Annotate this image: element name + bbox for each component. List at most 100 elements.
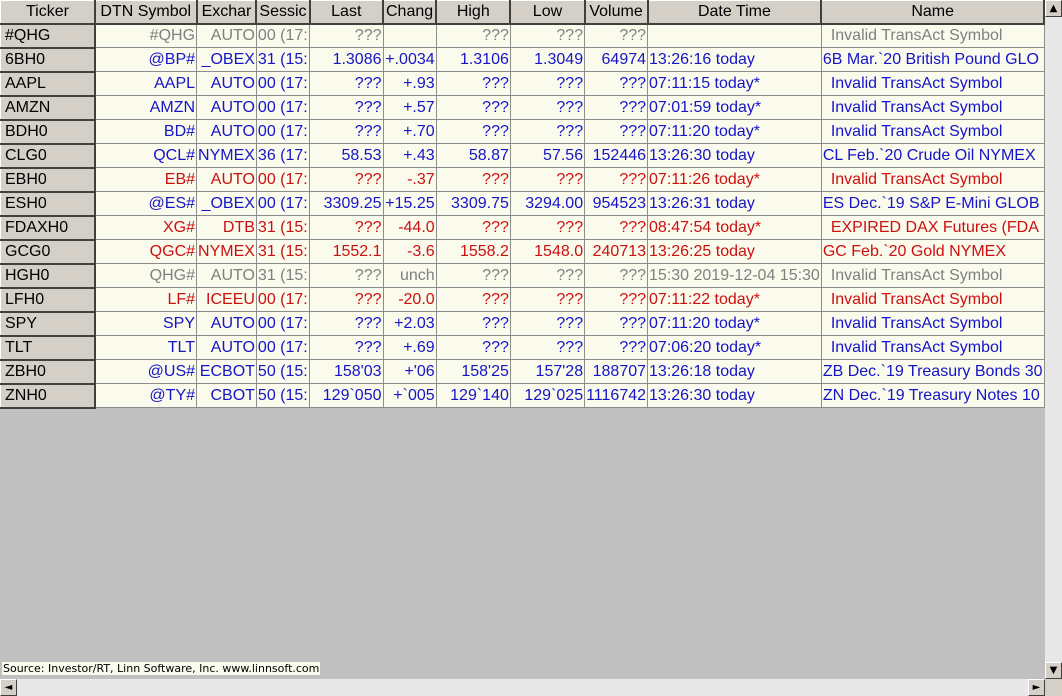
column-header-dtn-symbol[interactable]: DTN Symbol [94, 0, 198, 25]
cell-volume: ??? [584, 263, 649, 288]
cell-ticker[interactable]: CLG0 [0, 143, 96, 169]
cell-session: 00 (17: [256, 71, 311, 96]
column-header-last[interactable]: Last [309, 0, 385, 25]
cell-ticker[interactable]: ESH0 [0, 191, 96, 217]
cell-volume: ??? [584, 95, 649, 120]
cell-dtn-symbol: #QHG [94, 23, 198, 48]
cell-dtn-symbol: XG# [94, 215, 198, 240]
cell-ticker[interactable]: EBH0 [0, 167, 96, 193]
cell-date-time: 07:11:15 today* [647, 71, 822, 96]
column-header-change[interactable]: Chang [382, 0, 438, 25]
cell-high: 3309.75 [436, 191, 511, 216]
cell-last: ??? [309, 71, 384, 96]
column-header-date-time[interactable]: Date Time [647, 0, 823, 25]
scroll-down-icon[interactable]: ▼ [1045, 662, 1062, 679]
table-row[interactable]: ZNH0 @TY# CBOT 50 (15: 129`050 +`005 129`140 12… [0, 383, 1045, 409]
cell-name: Invalid TransAct Symbol [821, 287, 1045, 312]
cell-ticker[interactable]: HGH0 [0, 263, 96, 289]
table-row[interactable]: 6BH0 @BP# _OBEX 31 (15: 1.3086 +.0034 1.3106 1.… [0, 47, 1045, 73]
cell-exchange: AUTO [196, 95, 257, 120]
cell-ticker[interactable]: 6BH0 [0, 47, 96, 73]
table-row[interactable]: ZBH0 @US# ECBOT 50 (15: 158'03 +'06 158'25 157'… [0, 359, 1045, 385]
cell-session: 00 (17: [256, 23, 311, 48]
cell-ticker[interactable]: ZNH0 [0, 383, 96, 409]
cell-low: ??? [510, 215, 586, 240]
cell-exchange: _OBEX [196, 191, 257, 216]
table-row[interactable]: EBH0 EB# AUTO 00 (17:??? -.37????????? 07:11:… [0, 167, 1045, 193]
cell-ticker[interactable]: GCG0 [0, 239, 96, 265]
table-row[interactable]: CLG0 QCL# NYMEX 36 (17: 58.53 +.43 58.87 57.56 1… [0, 143, 1045, 169]
cell-change: +.93 [383, 71, 437, 96]
cell-exchange: AUTO [196, 311, 257, 336]
cell-change: +15.25 [383, 191, 437, 216]
cell-exchange: AUTO [196, 23, 257, 48]
cell-last: ??? [309, 23, 384, 48]
cell-dtn-symbol: QGC# [94, 239, 198, 264]
cell-ticker[interactable]: AAPL [0, 71, 96, 97]
cell-session: 31 (15: [256, 239, 311, 264]
cell-last: 129`050 [309, 383, 384, 408]
column-header-name[interactable]: Name [820, 0, 1045, 25]
table-row[interactable]: BDH0 BD# AUTO 00 (17:??? +.70????????? 07:11:… [0, 119, 1045, 145]
cell-change: +.43 [383, 143, 437, 168]
cell-ticker[interactable]: AMZN [0, 95, 96, 121]
cell-high: ??? [436, 95, 511, 120]
cell-dtn-symbol: AMZN [94, 95, 198, 120]
cell-ticker[interactable]: BDH0 [0, 119, 96, 145]
cell-name: CL Feb.`20 Crude Oil NYMEX [821, 143, 1045, 168]
table-row[interactable]: HGH0 QHG# AUTO 31 (15:??? unch????????? 15:30… [0, 263, 1045, 289]
table-row[interactable]: SPY SPY AUTO 00 (17:??? +2.03????????? 07:11:… [0, 311, 1045, 337]
cell-volume: ??? [584, 311, 649, 336]
table-row[interactable]: FDAXH0 XG# DTB 31 (15:??? -44.0????????? 08:4… [0, 215, 1045, 241]
cell-volume: ??? [584, 71, 649, 96]
cell-session: 00 (17: [256, 191, 311, 216]
column-header-volume[interactable]: Volume [584, 0, 649, 25]
cell-ticker[interactable]: ZBH0 [0, 359, 96, 385]
cell-low: ??? [510, 335, 586, 360]
table-row[interactable]: #QHG #QHG AUTO 00 (17:???????????? Invalid T… [0, 23, 1045, 49]
cell-name: Invalid TransAct Symbol [821, 119, 1045, 144]
cell-last: ??? [309, 95, 384, 120]
scroll-up-icon[interactable]: ▲ [1045, 0, 1062, 17]
cell-high: 1558.2 [436, 239, 511, 264]
column-header-exchange[interactable]: Exchar [196, 0, 258, 25]
cell-change: -44.0 [383, 215, 437, 240]
cell-ticker[interactable]: TLT [0, 335, 96, 361]
cell-ticker[interactable]: #QHG [0, 23, 96, 49]
horizontal-scrollbar[interactable]: ◄ ► [0, 679, 1045, 696]
table-row[interactable]: ESH0 @ES# _OBEX 00 (17: 3309.25 +15.25 3309.75… [0, 191, 1045, 217]
cell-ticker[interactable]: FDAXH0 [0, 215, 96, 241]
column-header-ticker[interactable]: Ticker [0, 0, 96, 25]
scroll-left-icon[interactable]: ◄ [0, 679, 17, 696]
cell-last: 3309.25 [309, 191, 384, 216]
cell-date-time: 07:06:20 today* [647, 335, 822, 360]
cell-dtn-symbol: @TY# [94, 383, 198, 408]
vertical-scrollbar[interactable]: ▲ ▼ [1045, 0, 1062, 679]
cell-exchange: AUTO [196, 119, 257, 144]
cell-ticker[interactable]: LFH0 [0, 287, 96, 313]
cell-exchange: AUTO [196, 71, 257, 96]
scroll-right-icon[interactable]: ► [1028, 679, 1045, 696]
cell-high: ??? [436, 263, 511, 288]
table-row[interactable]: AAPL AAPL AUTO 00 (17:??? +.93????????? 07:11… [0, 71, 1045, 97]
cell-last: ??? [309, 311, 384, 336]
cell-last: ??? [309, 335, 384, 360]
column-header-low[interactable]: Low [509, 0, 586, 25]
table-row[interactable]: LFH0 LF# ICEEU 00 (17:??? -20.0????????? 07:1… [0, 287, 1045, 313]
cell-date-time: 07:11:20 today* [647, 311, 822, 336]
table-row[interactable]: AMZN AMZN AUTO 00 (17:??? +.57????????? 07:01… [0, 95, 1045, 121]
cell-high: ??? [436, 167, 511, 192]
cell-change: -.37 [383, 167, 437, 192]
column-header-session[interactable]: Sessic [255, 0, 311, 25]
cell-high: ??? [436, 335, 511, 360]
cell-exchange: AUTO [196, 263, 257, 288]
column-header-high[interactable]: High [435, 0, 512, 25]
table-row[interactable]: TLT TLT AUTO 00 (17:??? +.69????????? 07:06:2… [0, 335, 1045, 361]
cell-low: ??? [510, 71, 586, 96]
cell-change: +.57 [383, 95, 437, 120]
cell-exchange: DTB [196, 215, 257, 240]
cell-date-time [647, 23, 822, 48]
table-row[interactable]: GCG0 QGC# NYMEX 31 (15: 1552.1 -3.6 1558.2 1548… [0, 239, 1045, 265]
cell-ticker[interactable]: SPY [0, 311, 96, 337]
cell-session: 31 (15: [256, 263, 311, 288]
